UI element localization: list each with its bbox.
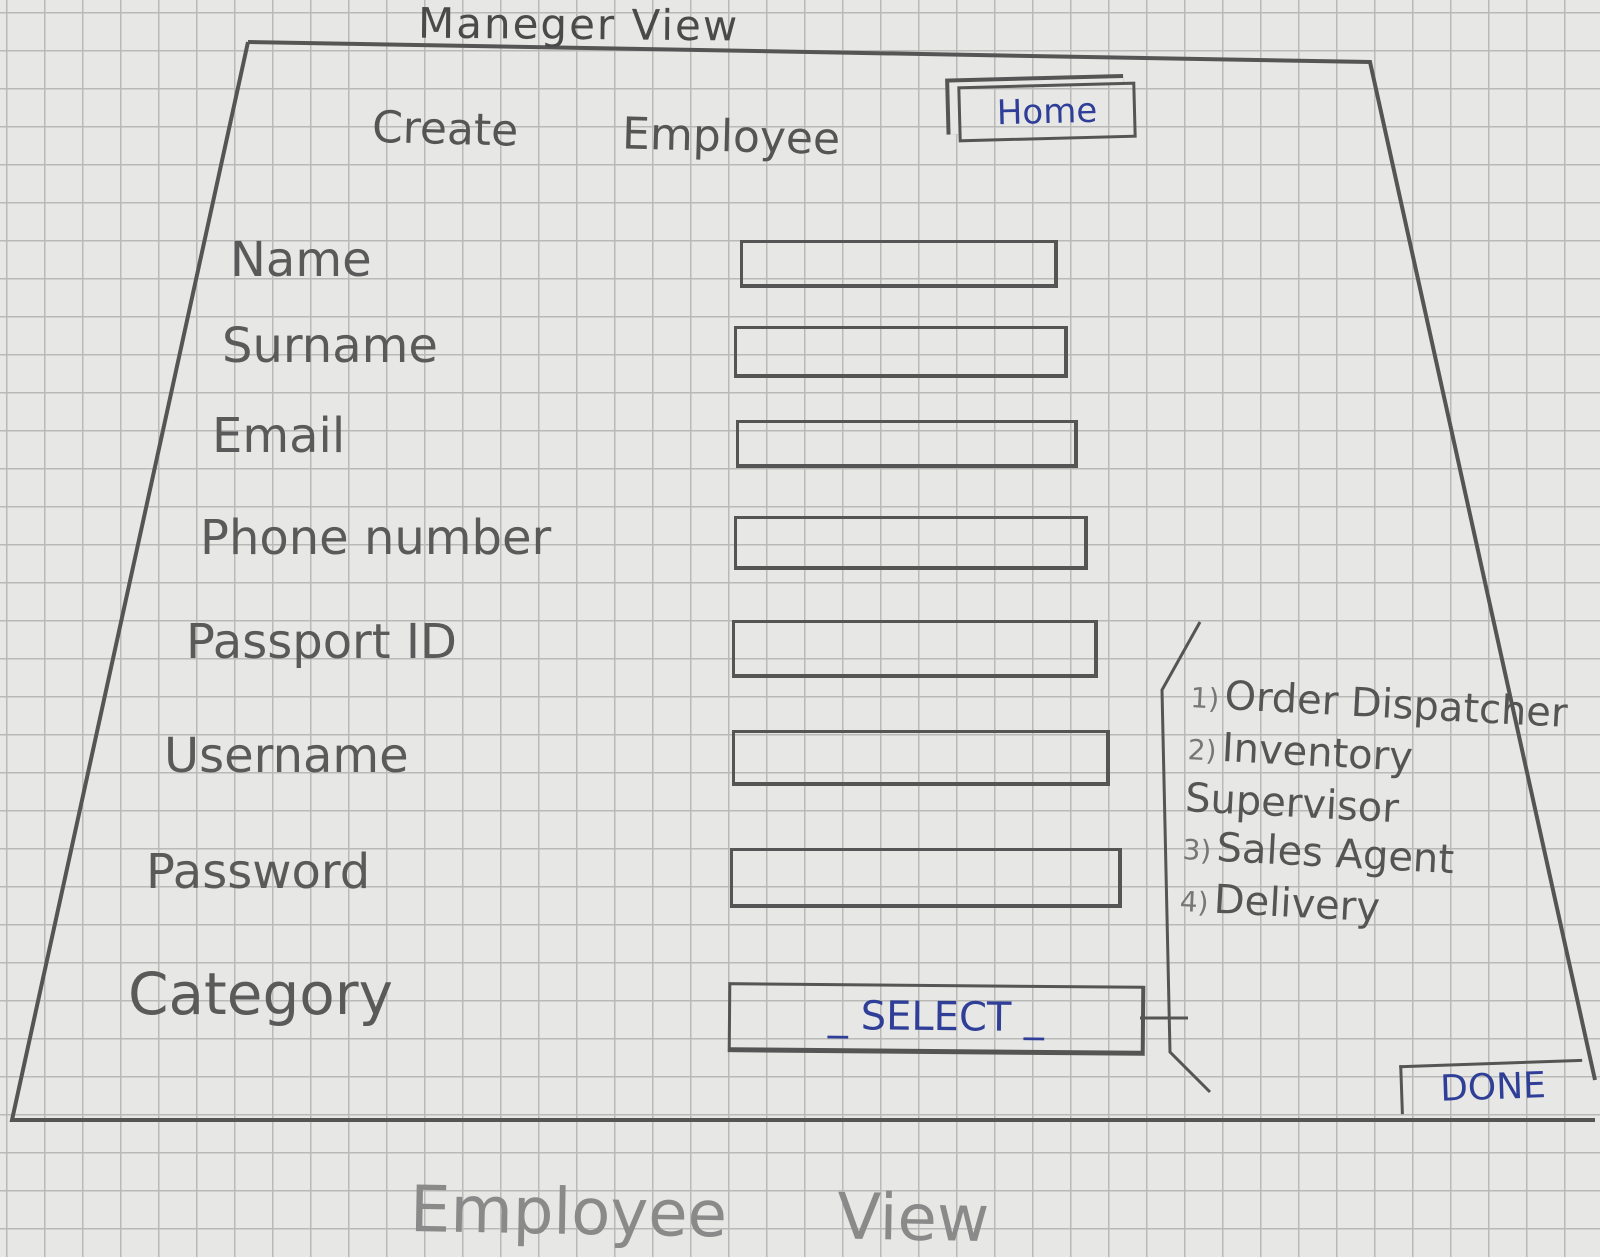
category-options-list: 1)Order Dispatcher 2)Inventory Superviso…: [1179, 670, 1572, 946]
next-page-title: Employee View: [409, 1172, 990, 1257]
option-inventory-supervisor[interactable]: 2)Inventory Supervisor: [1184, 722, 1569, 842]
name-input[interactable]: [740, 240, 1058, 288]
page-title: Maneger View: [417, 0, 740, 51]
email-input[interactable]: [736, 420, 1078, 468]
surname-label: Surname: [222, 318, 438, 374]
passport-id-label: Passport ID: [186, 614, 457, 670]
password-input[interactable]: [730, 848, 1122, 908]
notebook-sheet: Maneger View Home Create Employee Name S…: [0, 0, 1600, 1257]
username-input[interactable]: [732, 730, 1110, 786]
password-label: Password: [146, 844, 371, 900]
category-select[interactable]: _ SELECT _: [727, 982, 1146, 1056]
phone-number-input[interactable]: [734, 516, 1088, 570]
phone-number-label: Phone number: [200, 510, 552, 566]
email-label: Email: [212, 408, 346, 464]
done-button[interactable]: DONE: [1399, 1058, 1584, 1115]
passport-id-input[interactable]: [732, 620, 1098, 678]
category-label: Category: [128, 960, 393, 1028]
home-button[interactable]: Home: [957, 81, 1137, 143]
username-label: Username: [164, 728, 409, 784]
name-label: Name: [230, 232, 372, 288]
surname-input[interactable]: [734, 326, 1068, 378]
